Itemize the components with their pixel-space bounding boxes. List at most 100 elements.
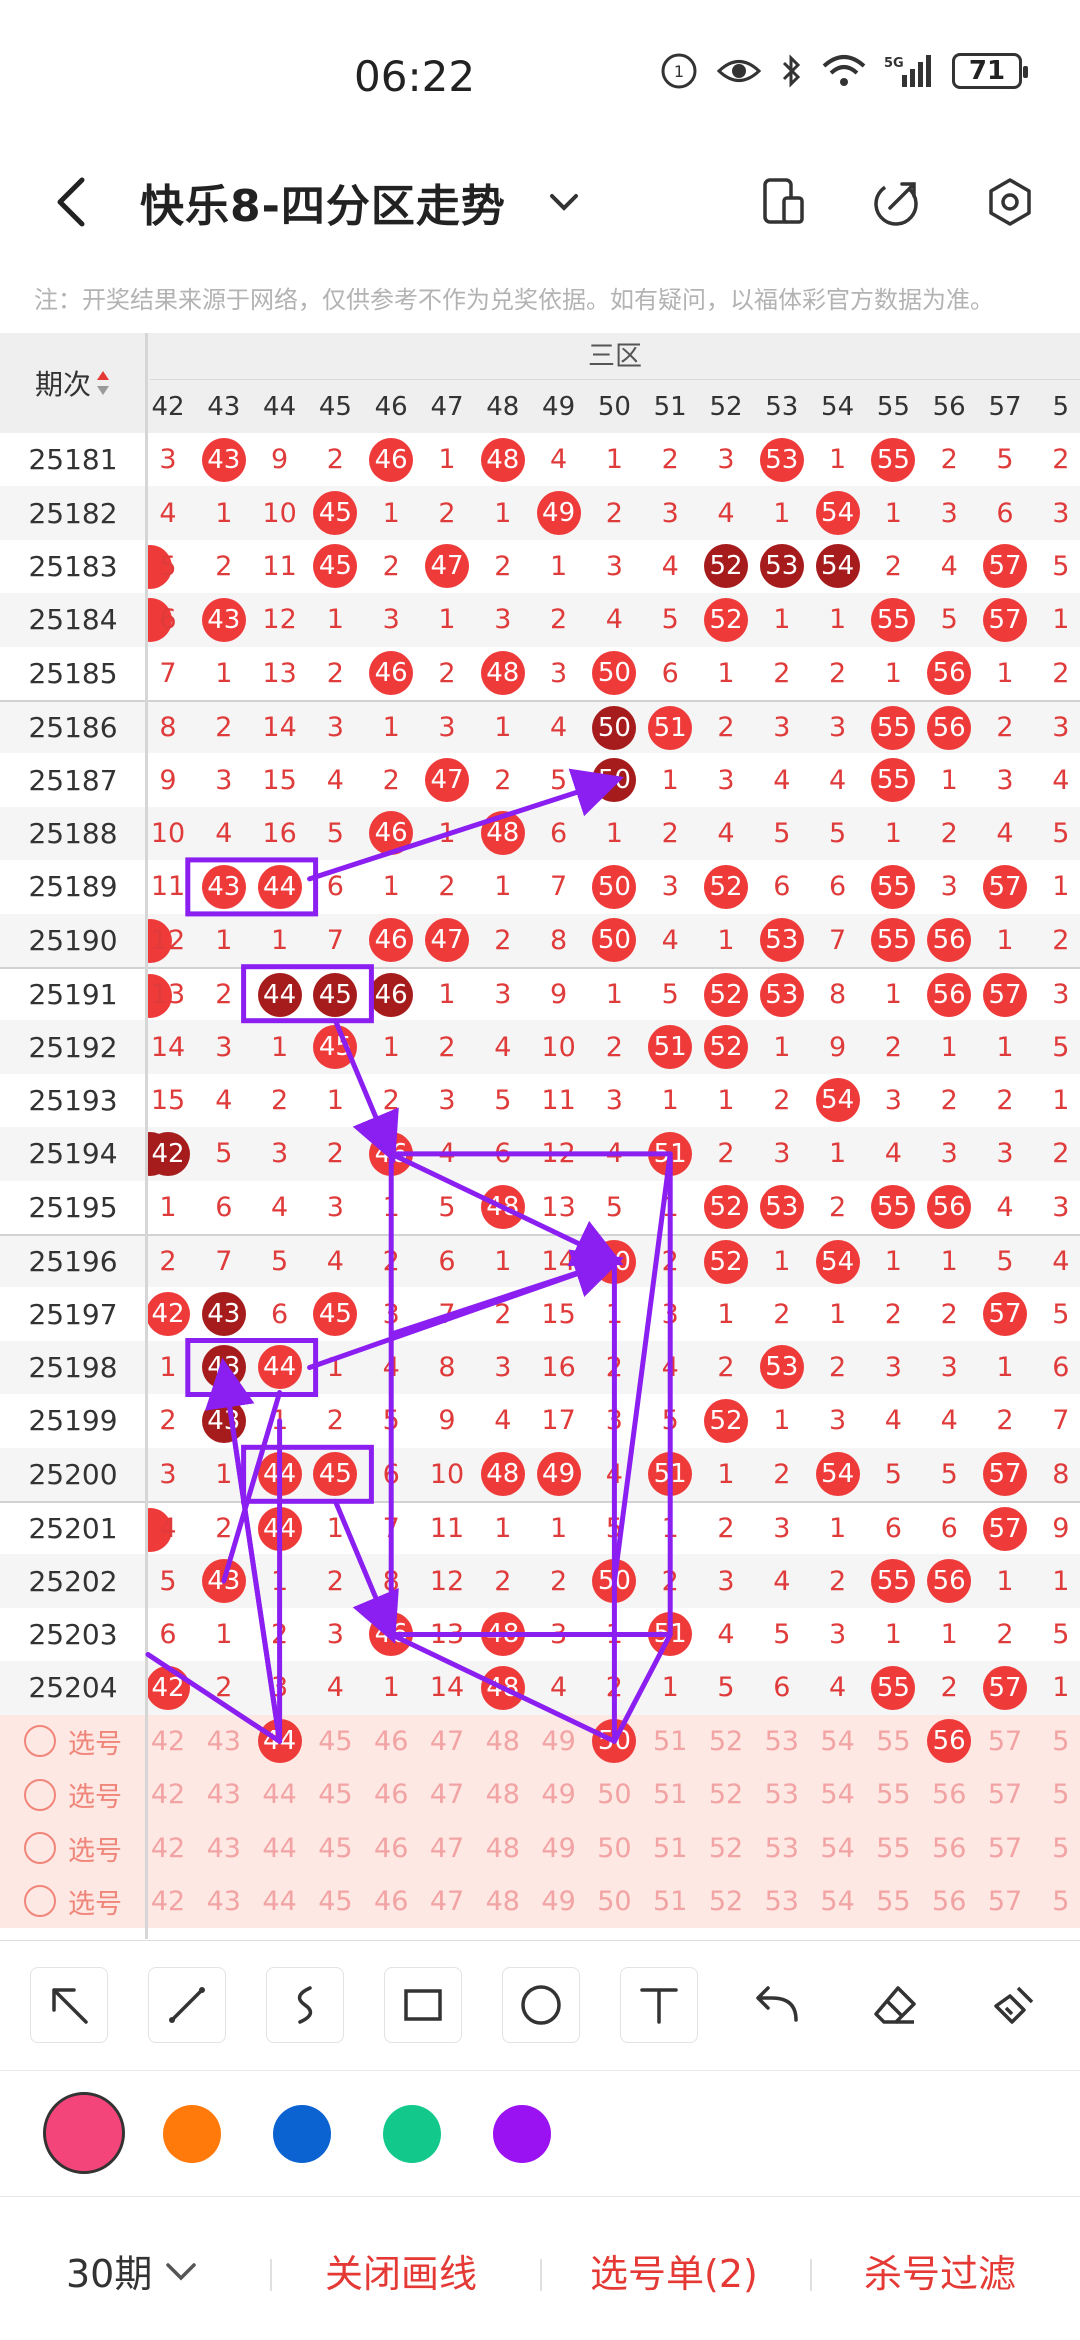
number-ball[interactable]: 56	[927, 1719, 972, 1764]
pick-number[interactable]: 56	[921, 1821, 977, 1874]
pick-number[interactable]: 47	[419, 1715, 475, 1768]
select-row[interactable]: 选号 42 43 44 45 46 47 48 49 50 51 52 53 54 55 56 57 5	[0, 1821, 1080, 1875]
color-swatch-blue[interactable]	[273, 2105, 331, 2163]
pick-number[interactable]: 54	[810, 1768, 866, 1821]
curve-tool[interactable]	[266, 1967, 344, 2043]
pick-number[interactable]: 44	[252, 1768, 308, 1821]
pick-number[interactable]: 45	[308, 1715, 364, 1768]
picked-ball[interactable]: 44	[252, 1715, 308, 1768]
pick-number[interactable]: 44	[252, 1875, 308, 1928]
color-swatch-green[interactable]	[383, 2105, 441, 2163]
pick-number[interactable]: 52	[698, 1875, 754, 1928]
pick-number[interactable]: 50	[587, 1821, 643, 1874]
pick-number[interactable]: 46	[363, 1768, 419, 1821]
pick-number[interactable]: 43	[196, 1821, 252, 1874]
pick-number[interactable]: 47	[419, 1821, 475, 1874]
pick-number[interactable]: 55	[866, 1768, 922, 1821]
pick-number[interactable]: 53	[754, 1715, 810, 1768]
picked-ball[interactable]: 50	[587, 1715, 643, 1768]
pick-number[interactable]: 52	[698, 1715, 754, 1768]
pick-number[interactable]: 42	[140, 1768, 196, 1821]
pick-number[interactable]: 51	[642, 1875, 698, 1928]
share-icon[interactable]	[868, 174, 924, 230]
select-row-toggle[interactable]: 选号	[0, 1874, 146, 1929]
pick-number[interactable]: 53	[754, 1821, 810, 1874]
undo-tool[interactable]	[738, 1967, 816, 2043]
pick-number[interactable]: 46	[363, 1715, 419, 1768]
chevron-down-icon[interactable]	[546, 184, 582, 220]
pick-number[interactable]: 5	[1033, 1875, 1080, 1928]
pick-number[interactable]: 42	[140, 1715, 196, 1768]
period-header[interactable]: 期次	[0, 333, 146, 433]
select-row[interactable]: 选号 42 43 44 45 46 47 48 49 50 51 52 53 54 55 56 57 5	[0, 1768, 1080, 1822]
pick-number[interactable]: 48	[475, 1715, 531, 1768]
pick-number[interactable]: 44	[252, 1821, 308, 1874]
pick-number[interactable]: 45	[308, 1875, 364, 1928]
select-row[interactable]: 选号 42 43 44 45 46 47 48 49 50 51 52 53 54 55 56 57 5	[0, 1874, 1080, 1929]
pick-number[interactable]: 56	[921, 1768, 977, 1821]
pick-number[interactable]: 57	[977, 1768, 1033, 1821]
select-row-toggle[interactable]: 选号	[0, 1821, 146, 1875]
radio-icon[interactable]	[24, 1778, 56, 1811]
pick-number[interactable]: 45	[308, 1821, 364, 1874]
pick-number[interactable]: 51	[642, 1715, 698, 1768]
pick-number[interactable]: 48	[475, 1875, 531, 1928]
pick-number[interactable]: 56	[921, 1875, 977, 1928]
pick-number[interactable]: 57	[977, 1715, 1033, 1768]
pick-number[interactable]: 5	[1033, 1821, 1080, 1874]
pick-number[interactable]: 49	[531, 1821, 587, 1874]
page-title[interactable]: 快乐8-四分区走势	[140, 170, 506, 234]
pick-number[interactable]: 47	[419, 1875, 475, 1928]
settings-icon[interactable]	[982, 174, 1038, 230]
close-drawing-button[interactable]: 关闭画线	[325, 2243, 477, 2298]
circle-tool[interactable]	[502, 1967, 580, 2043]
color-swatch-pink[interactable]	[43, 2092, 125, 2174]
pick-number[interactable]: 52	[698, 1768, 754, 1821]
pick-number[interactable]: 42	[140, 1875, 196, 1928]
pick-number[interactable]: 47	[419, 1768, 475, 1821]
pick-number[interactable]: 48	[475, 1768, 531, 1821]
kill-number-filter-button[interactable]: 杀号过滤	[864, 2243, 1016, 2298]
text-tool[interactable]	[620, 1967, 698, 2043]
pick-number[interactable]: 5	[1033, 1768, 1080, 1821]
color-swatch-purple[interactable]	[493, 2105, 551, 2163]
number-ball[interactable]: 44	[257, 1719, 302, 1764]
number-ball[interactable]: 50	[592, 1719, 637, 1764]
device-layout-icon[interactable]	[756, 174, 812, 230]
pick-number[interactable]: 49	[531, 1875, 587, 1928]
rectangle-tool[interactable]	[384, 1967, 462, 2043]
select-row-toggle[interactable]: 选号	[0, 1714, 146, 1768]
pick-number[interactable]: 57	[977, 1821, 1033, 1874]
pick-number[interactable]: 55	[866, 1875, 922, 1928]
pick-number[interactable]: 51	[642, 1768, 698, 1821]
clear-tool[interactable]	[974, 1967, 1052, 2043]
select-row[interactable]: 选号 42 43 44 45 46 47 48 49 50 51 52 53 54 55 56 57 5	[0, 1714, 1080, 1768]
pick-number[interactable]: 55	[866, 1715, 922, 1768]
pick-number[interactable]: 45	[308, 1768, 364, 1821]
pick-number[interactable]: 46	[363, 1875, 419, 1928]
line-tool[interactable]	[148, 1967, 226, 2043]
pick-number[interactable]: 51	[642, 1821, 698, 1874]
pick-number[interactable]: 57	[977, 1875, 1033, 1928]
picked-ball[interactable]: 56	[921, 1715, 977, 1768]
pick-number[interactable]: 53	[754, 1768, 810, 1821]
pick-number[interactable]: 43	[196, 1715, 252, 1768]
pick-number[interactable]: 52	[698, 1821, 754, 1874]
back-icon[interactable]	[48, 172, 92, 232]
pick-number[interactable]: 55	[866, 1821, 922, 1874]
radio-icon[interactable]	[24, 1832, 56, 1865]
pick-number[interactable]: 43	[196, 1875, 252, 1928]
pick-number[interactable]: 54	[810, 1875, 866, 1928]
pick-number[interactable]: 54	[810, 1821, 866, 1874]
pick-number[interactable]: 50	[587, 1768, 643, 1821]
pick-number[interactable]: 50	[587, 1875, 643, 1928]
color-swatch-orange[interactable]	[163, 2105, 221, 2163]
eraser-tool[interactable]	[856, 1967, 934, 2043]
pick-number[interactable]: 42	[140, 1821, 196, 1874]
period-select[interactable]: 30期	[66, 2243, 198, 2298]
arrow-tool[interactable]	[30, 1967, 108, 2043]
pick-number[interactable]: 48	[475, 1821, 531, 1874]
pick-number[interactable]: 5	[1033, 1715, 1080, 1768]
pick-number[interactable]: 43	[196, 1768, 252, 1821]
pick-number[interactable]: 46	[363, 1821, 419, 1874]
